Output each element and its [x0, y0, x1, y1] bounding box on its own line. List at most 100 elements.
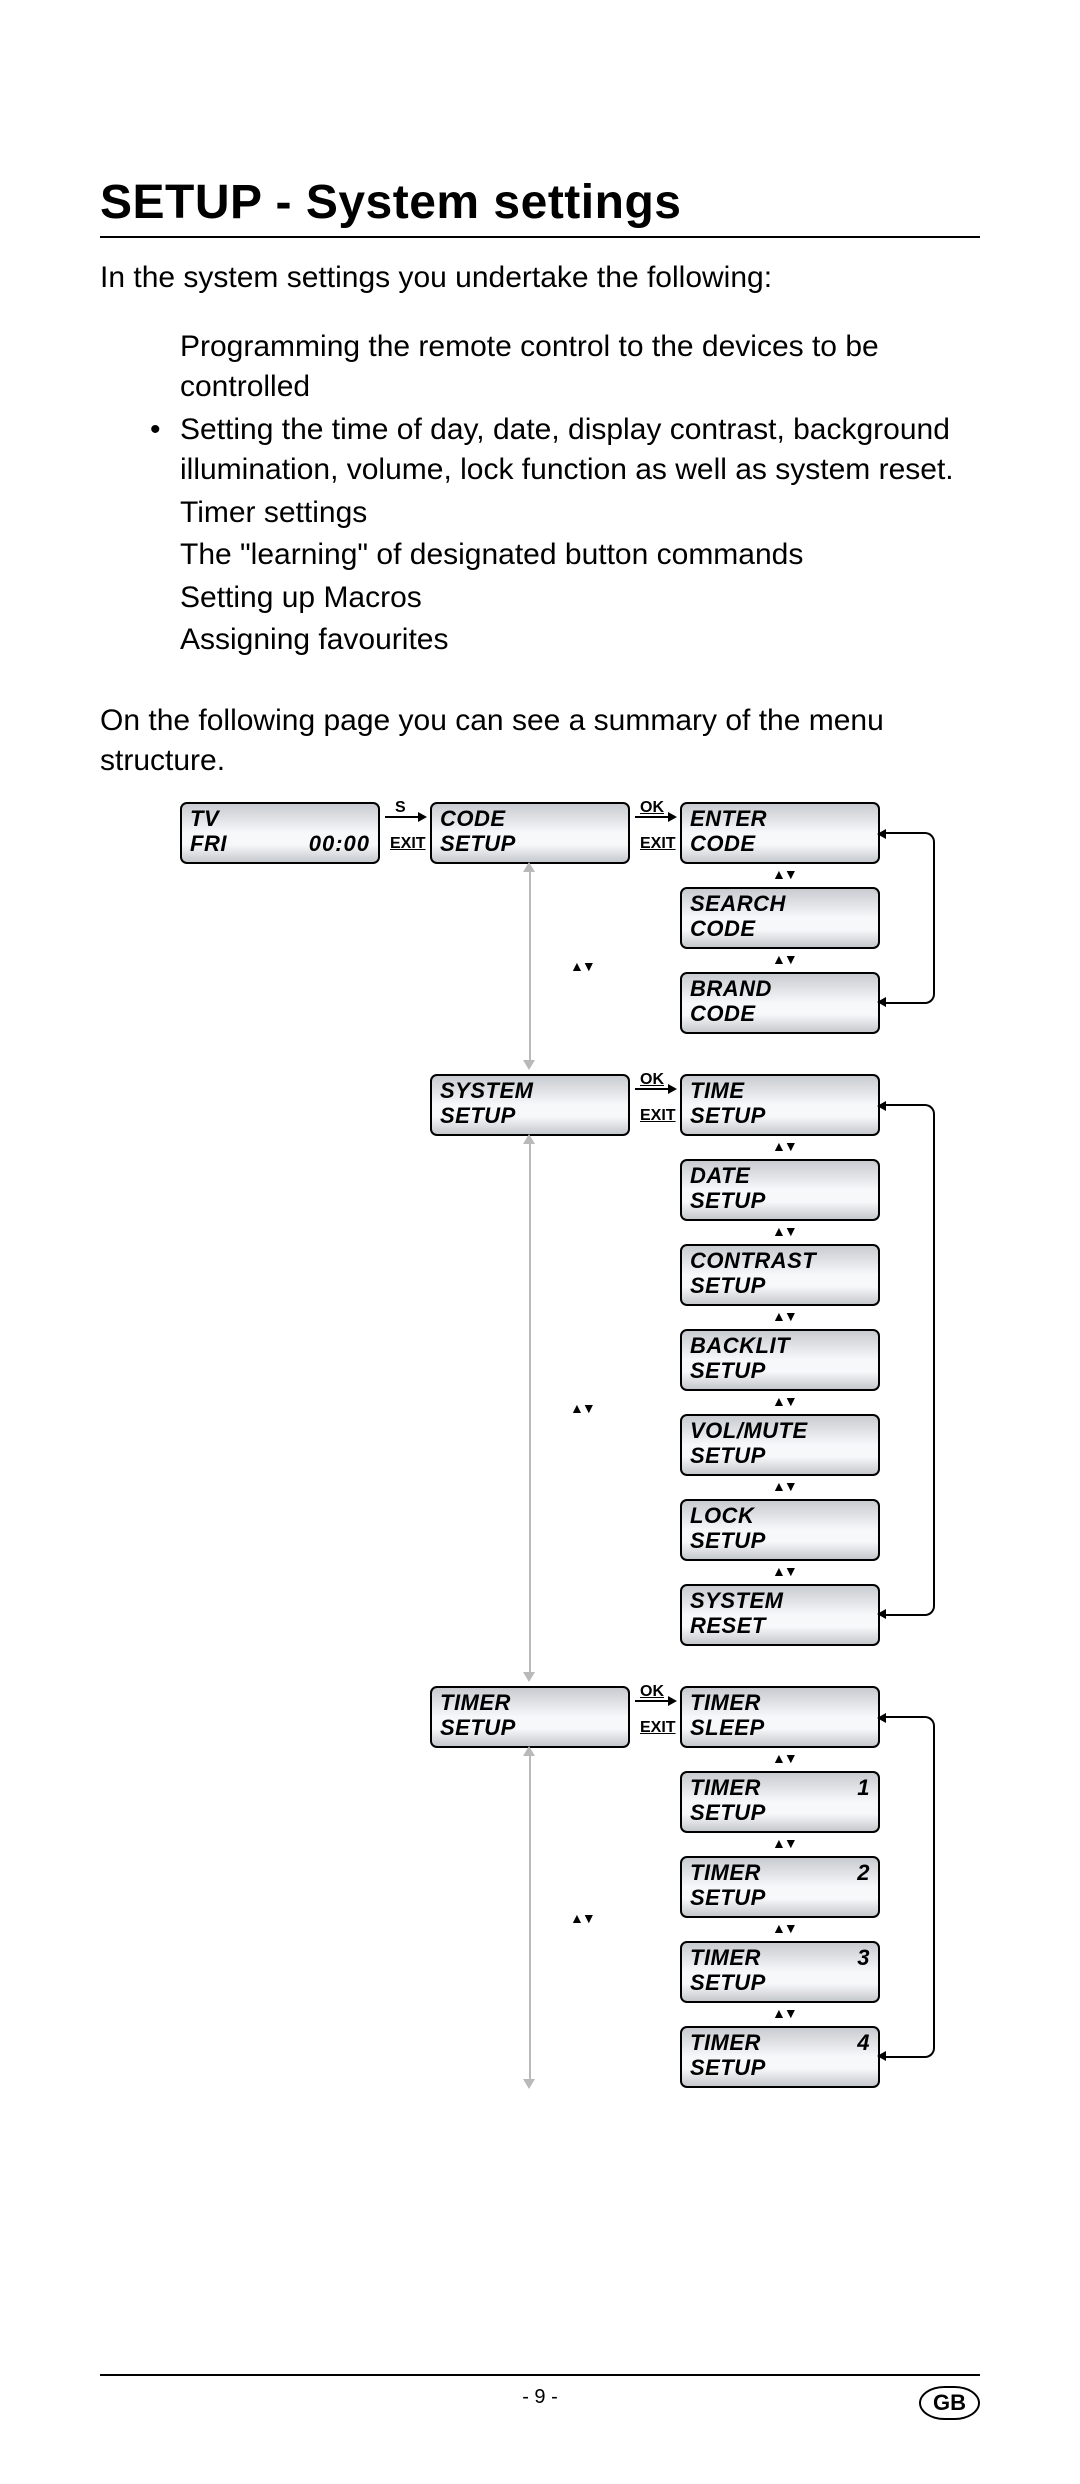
lcd-line: SETUP — [440, 1715, 620, 1740]
lcd-line: TIME — [690, 1078, 870, 1103]
updown-icon: ▲▼ — [772, 866, 796, 882]
menu-diagram: TV FRI 00:00 S EXIT CODE SETUP OK EXIT E… — [180, 802, 960, 2322]
lcd-line: SETUP — [690, 1528, 870, 1553]
vert-arrow — [529, 1753, 531, 2083]
lcd-line: SETUP — [690, 1273, 870, 1298]
lcd-line: SETUP — [690, 1103, 870, 1128]
lcd-brand-code: BRAND CODE — [680, 972, 880, 1034]
lcd-day: FRI — [190, 831, 227, 856]
lcd-num: 3 — [857, 1945, 870, 1970]
list-item: The "learning" of designated button comm… — [180, 535, 980, 576]
lcd-time: 00:00 — [309, 831, 370, 856]
lcd-line: SETUP — [690, 1188, 870, 1213]
lcd-line: SYSTEM — [440, 1078, 620, 1103]
list-item: Setting the time of day, date, display c… — [180, 410, 980, 491]
lcd-line: TIMER 3 — [690, 1945, 870, 1970]
updown-icon: ▲▼ — [570, 1910, 594, 1926]
settings-list: Programming the remote control to the de… — [100, 327, 980, 661]
lcd-timer3: TIMER3 SETUP — [680, 1941, 880, 2003]
page-heading: SETUP - System settings — [100, 175, 980, 230]
lcd-text: TIMER — [690, 2030, 761, 2055]
tri-up-icon — [523, 862, 535, 872]
lcd-line: CODE — [690, 831, 870, 856]
lcd-text: TIMER — [690, 1860, 761, 1885]
lcd-search-code: SEARCH CODE — [680, 887, 880, 949]
lcd-timer4: TIMER 4 SETUP — [680, 2026, 880, 2088]
ok-label: OK — [640, 1071, 664, 1089]
updown-icon: ▲▼ — [570, 958, 594, 974]
lcd-timer-sleep: TIMER SLEEP — [680, 1686, 880, 1748]
lcd-line: RESET — [690, 1613, 870, 1638]
heading-rule — [100, 236, 980, 238]
updown-icon: ▲▼ — [772, 951, 796, 967]
page-number: - 9 - — [100, 2386, 980, 2409]
lcd-volmute-setup: VOL/MUTE SETUP — [680, 1414, 880, 1476]
lcd-contrast-setup: CONTRAST SETUP — [680, 1244, 880, 1306]
lcd-line: TIMER — [440, 1690, 620, 1715]
exit-label: EXIT — [640, 1107, 676, 1125]
lcd-line: SLEEP — [690, 1715, 870, 1740]
tri-up-icon — [523, 1746, 535, 1756]
footer-rule — [100, 2374, 980, 2376]
lcd-enter-code: ENTER CODE — [680, 802, 880, 864]
lcd-line: SETUP — [690, 1358, 870, 1383]
lcd-lock-setup: LOCK SETUP — [680, 1499, 880, 1561]
tri-down-icon — [523, 1672, 535, 1682]
lcd-backlit-setup: BACKLIT SETUP — [680, 1329, 880, 1391]
list-item: Timer settings — [180, 493, 980, 534]
lcd-system-setup: SYSTEM SETUP — [430, 1074, 630, 1136]
lcd-text: TIMER — [690, 1945, 761, 1970]
updown-icon: ▲▼ — [772, 1393, 796, 1409]
updown-icon: ▲▼ — [772, 2005, 796, 2021]
lcd-line: SETUP — [690, 1800, 870, 1825]
tri-down-icon — [523, 1060, 535, 1070]
page-footer: - 9 - GB — [100, 2374, 980, 2409]
tri-up-icon — [523, 1134, 535, 1144]
lcd-line: BRAND — [690, 976, 870, 1001]
lcd-line: TIMER 2 — [690, 1860, 870, 1885]
region-badge: GB — [919, 2386, 980, 2420]
lcd-line: TIMER — [690, 1690, 870, 1715]
updown-icon: ▲▼ — [772, 1223, 796, 1239]
lcd-num: 4 — [857, 2030, 870, 2055]
ok-label: OK — [640, 799, 664, 817]
s-label: S — [395, 799, 406, 817]
list-item: Assigning favourites — [180, 620, 980, 661]
lcd-line: SETUP — [440, 1103, 620, 1128]
lcd-line: VOL/MUTE — [690, 1418, 870, 1443]
lcd-line: CODE — [690, 916, 870, 941]
updown-icon: ▲▼ — [772, 1478, 796, 1494]
loop-connector — [885, 832, 935, 1004]
lcd-time-setup: TIME SETUP — [680, 1074, 880, 1136]
exit-label: EXIT — [640, 1719, 676, 1737]
lcd-timer2: TIMER2 SETUP — [680, 1856, 880, 1918]
lcd-line: SETUP — [690, 1443, 870, 1468]
list-item: Programming the remote control to the de… — [180, 327, 980, 408]
lcd-line: TIMER 4 — [690, 2030, 870, 2055]
intro-text: In the system settings you undertake the… — [100, 258, 980, 299]
updown-icon: ▲▼ — [772, 1920, 796, 1936]
follow-text: On the following page you can see a summ… — [100, 701, 980, 782]
lcd-line: TIMER1 — [690, 1775, 870, 1800]
lcd-date-setup: DATE SETUP — [680, 1159, 880, 1221]
loop-connector — [885, 1716, 935, 2058]
lcd-line: ENTER — [690, 806, 870, 831]
lcd-line: CONTRAST — [690, 1248, 870, 1273]
lcd-line: FRI 00:00 — [190, 831, 370, 856]
lcd-line: BACKLIT — [690, 1333, 870, 1358]
lcd-line: CODE — [690, 1001, 870, 1026]
lcd-code-setup: CODE SETUP — [430, 802, 630, 864]
lcd-line: SETUP — [440, 831, 620, 856]
updown-icon: ▲▼ — [772, 1138, 796, 1154]
lcd-line: DATE — [690, 1163, 870, 1188]
ok-label: OK — [640, 1683, 664, 1701]
lcd-num: 2 — [857, 1860, 870, 1885]
updown-icon: ▲▼ — [772, 1563, 796, 1579]
lcd-line: SEARCH — [690, 891, 870, 916]
list-item: Setting up Macros — [180, 578, 980, 619]
lcd-timer1: TIMER1 SETUP — [680, 1771, 880, 1833]
lcd-text: TIMER — [690, 1775, 761, 1800]
vert-arrow — [529, 869, 531, 1064]
lcd-line: TV — [190, 806, 370, 831]
lcd-line: SETUP — [690, 2055, 870, 2080]
